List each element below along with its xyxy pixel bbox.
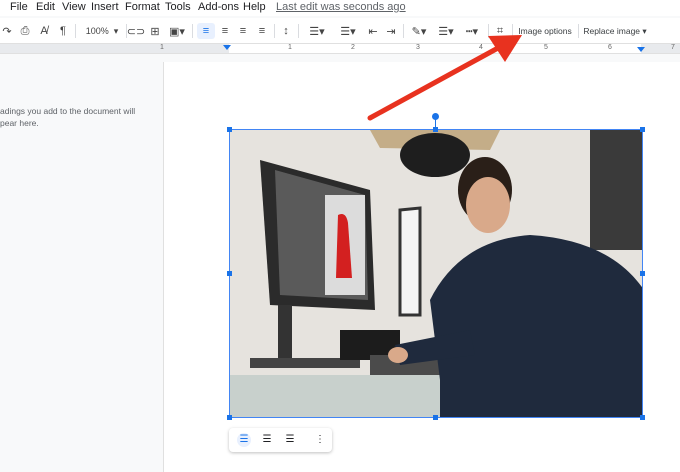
red-arrow-annotation xyxy=(367,35,522,121)
